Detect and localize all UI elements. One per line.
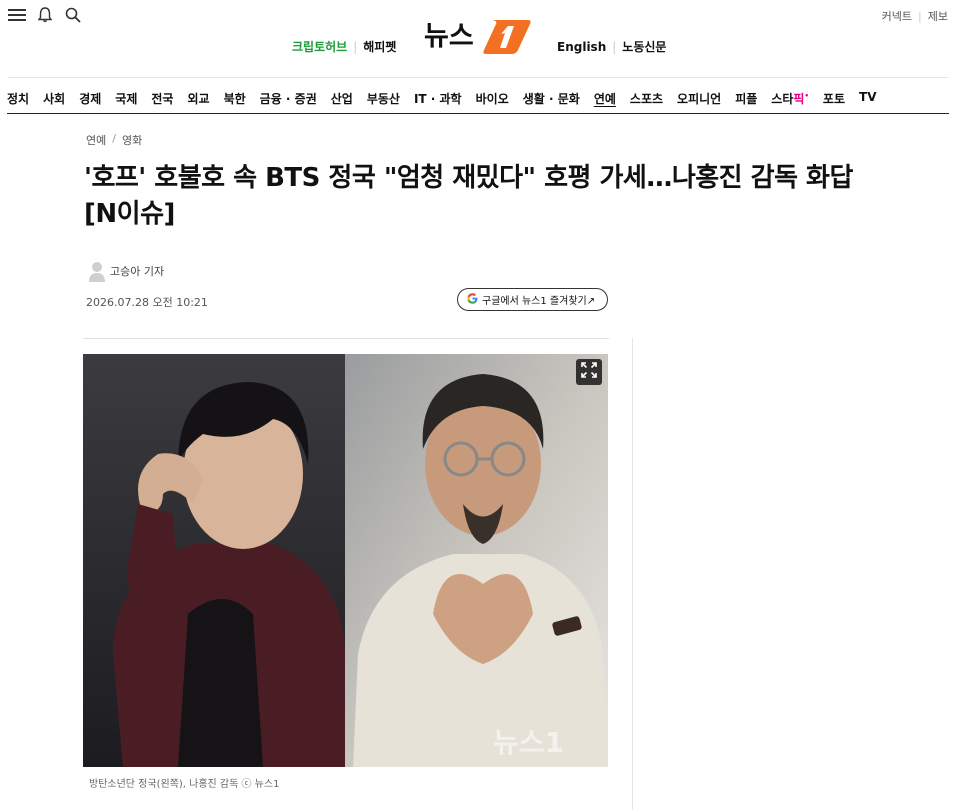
breadcrumb-section[interactable]: 연예 xyxy=(86,132,106,148)
logo-wordmark: 뉴스 xyxy=(424,21,474,52)
nav-item-nationwide[interactable]: 전국 xyxy=(151,90,173,107)
nav-item-photo[interactable]: 포토 xyxy=(823,90,845,107)
nav-divider xyxy=(7,113,949,114)
partner-links-left: 크립토허브 | 해피펫 xyxy=(292,38,396,55)
breadcrumb: 연예 / 영화 xyxy=(86,132,142,148)
google-follow-button[interactable]: 구글에서 뉴스1 즐겨찾기↗ xyxy=(457,288,608,311)
nav-item-economy[interactable]: 경제 xyxy=(79,90,101,107)
top-link-connect[interactable]: 커넥트 xyxy=(882,8,912,24)
nav-item-politics[interactable]: 정치 xyxy=(7,90,29,107)
main-nav: 정치 사회 경제 국제 전국 외교 북한 금융 · 증권 산업 부동산 IT ·… xyxy=(7,90,891,107)
article-divider xyxy=(83,338,609,339)
search-icon[interactable] xyxy=(64,6,82,24)
top-utility-links: 커넥트 | 제보 xyxy=(882,8,948,24)
nav-item-diplomacy[interactable]: 외교 xyxy=(187,90,209,107)
sidebar-divider xyxy=(632,338,633,810)
partner-link-english[interactable]: English xyxy=(557,40,606,54)
nav-item-society[interactable]: 사회 xyxy=(43,90,65,107)
nav-item-real-estate[interactable]: 부동산 xyxy=(367,90,400,107)
nav-item-it-science[interactable]: IT · 과학 xyxy=(414,90,462,107)
google-g-icon xyxy=(467,292,478,307)
article-title: '호프' 호불호 속 BTS 정국 "엄청 재밌다" 호평 가세…나홍진 감독 … xyxy=(84,163,853,229)
partner-link-rodong[interactable]: 노동신문 xyxy=(622,38,666,55)
photo-watermark: 뉴스1 xyxy=(493,726,564,759)
divider: | xyxy=(918,9,922,23)
divider: | xyxy=(612,39,617,54)
partner-link-crypto-hub[interactable]: 크립토허브 xyxy=(292,38,347,55)
partner-links-right: English | 노동신문 xyxy=(557,38,666,55)
nav-item-life-culture[interactable]: 생활 · 문화 xyxy=(523,90,580,107)
header-divider xyxy=(8,77,948,78)
article-photo[interactable]: 뉴스1 xyxy=(83,354,608,767)
nav-item-bio[interactable]: 바이오 xyxy=(476,90,509,107)
nav-item-north-korea[interactable]: 북한 xyxy=(224,90,246,107)
star-pick-suffix: 픽 xyxy=(793,92,805,106)
expand-photo-button[interactable] xyxy=(576,359,602,385)
person-avatar-icon xyxy=(88,260,106,282)
author-byline[interactable]: 고승아 기자 xyxy=(88,260,164,282)
star-pick-prefix: 스타 xyxy=(771,92,794,106)
top-bar: 커넥트 | 제보 크립토허브 | 해피펫 뉴스 English | 노동신문 xyxy=(0,0,966,78)
divider: | xyxy=(353,39,358,54)
breadcrumb-subsection[interactable]: 영화 xyxy=(122,132,142,148)
google-follow-label: 구글에서 뉴스1 즐겨찾기↗ xyxy=(482,296,596,307)
nav-item-industry[interactable]: 산업 xyxy=(331,90,353,107)
nav-item-sports[interactable]: 스포츠 xyxy=(630,90,663,107)
nav-item-opinion[interactable]: 오피니언 xyxy=(677,90,721,107)
nav-item-tv[interactable]: TV xyxy=(859,90,876,107)
nav-item-finance[interactable]: 금융 · 증권 xyxy=(260,90,317,107)
photo-caption: 방탄소년단 정국(왼쪽), 나홍진 감독 ⓒ 뉴스1 xyxy=(89,779,280,790)
breadcrumb-separator: / xyxy=(112,132,116,145)
expand-icon xyxy=(581,362,597,382)
top-link-report[interactable]: 제보 xyxy=(928,8,948,24)
nav-item-star-pick[interactable]: 스타픽• xyxy=(771,90,809,107)
partner-link-happy-pet[interactable]: 해피펫 xyxy=(363,38,396,55)
menu-icon[interactable] xyxy=(8,6,26,24)
nav-item-people[interactable]: 피플 xyxy=(735,90,757,107)
top-icon-group xyxy=(8,6,82,24)
bell-icon[interactable] xyxy=(36,6,54,24)
site-logo[interactable]: 뉴스 xyxy=(424,14,532,56)
nav-item-international[interactable]: 국제 xyxy=(115,90,137,107)
author-name: 고승아 기자 xyxy=(110,265,165,278)
publish-date: 2026.07.28 오전 10:21 xyxy=(86,296,208,309)
nav-item-entertainment[interactable]: 연예 xyxy=(594,90,616,107)
